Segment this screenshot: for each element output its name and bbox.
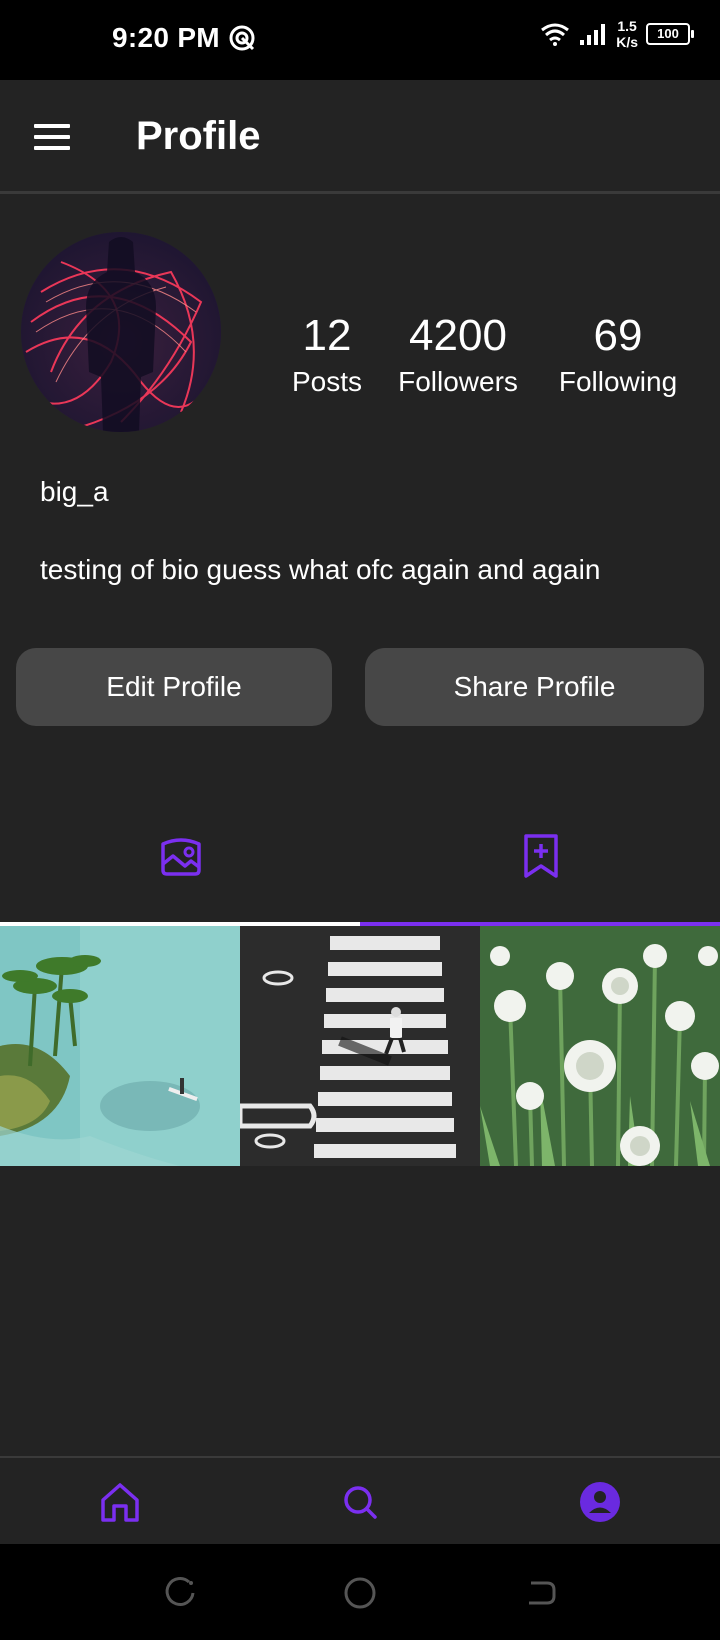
back-icon[interactable] xyxy=(523,1576,557,1610)
profile-avatar[interactable] xyxy=(21,232,221,432)
stat-label: Following xyxy=(558,366,678,397)
gallery-icon[interactable] xyxy=(156,830,206,880)
stat-followers[interactable]: 4200 Followers xyxy=(383,312,533,398)
signal-icon xyxy=(580,24,606,45)
avatar-image xyxy=(21,232,221,432)
post-thumbnail-flowers[interactable] xyxy=(480,926,720,1166)
system-navigation-bar xyxy=(0,1544,720,1640)
profile-stats: 12 Posts 4200 Followers 69 Following xyxy=(270,312,690,402)
home-icon[interactable] xyxy=(98,1480,142,1524)
post-thumbnail-coast[interactable] xyxy=(0,926,240,1166)
network-speed-unit: K/s xyxy=(616,34,638,50)
post-thumbnail-crosswalk[interactable] xyxy=(240,926,480,1166)
wifi-icon xyxy=(541,23,570,46)
recents-icon[interactable] xyxy=(163,1576,197,1610)
bottom-navigation xyxy=(0,1456,720,1546)
battery-icon: 100 xyxy=(646,23,694,45)
stat-value: 69 xyxy=(593,311,643,360)
page-title: Profile xyxy=(136,114,261,158)
edit-profile-button[interactable]: Edit Profile xyxy=(16,648,332,726)
profile-avatar-icon[interactable] xyxy=(578,1480,622,1524)
hamburger-menu-icon[interactable] xyxy=(34,124,70,150)
stat-value: 12 xyxy=(302,311,352,360)
stat-label: Posts xyxy=(291,366,363,397)
bookmark-add-icon[interactable] xyxy=(516,830,566,880)
stat-label: Followers xyxy=(398,366,518,397)
username: big_a xyxy=(40,476,109,507)
stat-value: 4200 xyxy=(409,311,507,360)
status-bar: 9:20 PM 1.5 K/s 100 xyxy=(0,0,720,80)
app-bar: Profile xyxy=(0,80,720,194)
stat-posts[interactable]: 12 Posts xyxy=(252,312,402,398)
bio: testing of bio guess what ofc again and … xyxy=(40,554,601,585)
posts-grid xyxy=(0,926,720,1166)
share-profile-button[interactable]: Share Profile xyxy=(365,648,704,726)
status-time: 9:20 PM xyxy=(112,22,220,53)
network-speed-value: 1.5 xyxy=(617,18,637,34)
stat-following[interactable]: 69 Following xyxy=(543,312,693,398)
status-right-group: 1.5 K/s 100 xyxy=(540,18,694,50)
search-icon[interactable] xyxy=(338,1480,382,1524)
home-button-icon[interactable] xyxy=(343,1576,377,1610)
sync-icon xyxy=(229,25,255,51)
network-speed: 1.5 K/s xyxy=(616,18,638,50)
